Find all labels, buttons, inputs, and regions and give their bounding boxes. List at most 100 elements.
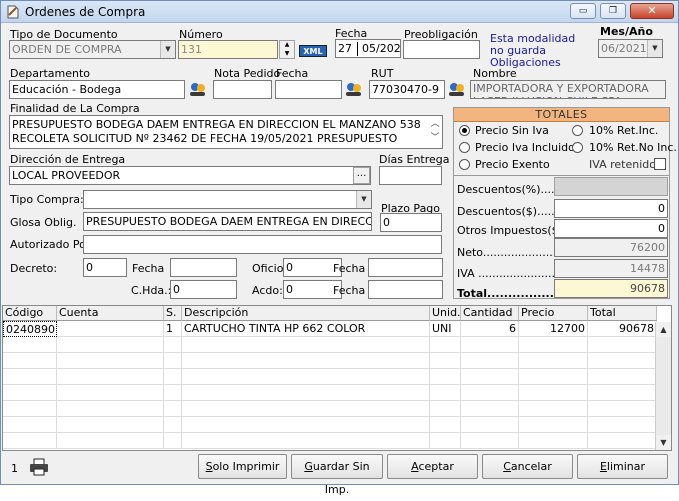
eliminar-button[interactable]: Eliminar <box>577 454 668 479</box>
close-button[interactable]: ✕ <box>630 3 674 19</box>
cell-total[interactable]: 90678 <box>588 321 657 337</box>
nota-pedido-input[interactable] <box>213 80 272 99</box>
autorizado-por-input[interactable] <box>83 235 442 254</box>
empty-cell[interactable] <box>430 369 461 385</box>
empty-cell[interactable] <box>461 401 519 417</box>
empty-cell[interactable] <box>519 369 588 385</box>
glosa-oblig-input[interactable]: PRESUPUESTO BODEGA DAEM ENTREGA EN DIREC… <box>83 212 372 231</box>
dias-entrega-input[interactable] <box>379 166 442 185</box>
scroll-down-icon[interactable]: ▼ <box>656 435 671 450</box>
oficio-fecha-input[interactable] <box>368 258 443 277</box>
cancelar-button[interactable]: Cancelar <box>482 454 573 479</box>
empty-cell[interactable] <box>57 353 164 369</box>
direccion-browse-button[interactable]: ... <box>353 167 370 184</box>
empty-cell[interactable] <box>182 353 430 369</box>
empty-cell[interactable] <box>430 353 461 369</box>
empty-cell[interactable] <box>182 337 430 353</box>
empty-cell[interactable] <box>3 385 57 401</box>
guardar-sin-imp-button[interactable]: Guardar Sin Imp. <box>291 454 383 496</box>
empty-cell[interactable] <box>430 417 461 433</box>
iva-retenido-checkbox[interactable] <box>654 158 666 170</box>
preobligacion-input[interactable] <box>403 40 480 59</box>
col-s-header[interactable]: S. <box>164 306 182 321</box>
cell-precio[interactable]: 12700 <box>519 321 588 337</box>
empty-cell[interactable] <box>182 401 430 417</box>
numero-input[interactable]: 131 <box>178 40 278 59</box>
empty-cell[interactable] <box>57 369 164 385</box>
tipo-compra-select[interactable]: ▼ <box>83 190 372 209</box>
empty-cell[interactable] <box>57 337 164 353</box>
finalidad-scroll-icon[interactable]: ︿ ﹀ <box>429 117 441 147</box>
plazo-pago-input[interactable]: 0 <box>380 213 442 232</box>
descuentos-pct-input[interactable] <box>554 177 668 196</box>
search-people-icon[interactable] <box>188 81 208 98</box>
search-people-icon[interactable] <box>447 81 467 98</box>
empty-cell[interactable] <box>182 433 430 449</box>
direccion-entrega-input[interactable]: LOCAL PROVEEDOR <box>9 166 371 185</box>
grid-scrollbar[interactable]: ▲ ▼ <box>655 322 671 450</box>
empty-cell[interactable] <box>3 401 57 417</box>
empty-cell[interactable] <box>588 385 657 401</box>
empty-cell[interactable] <box>519 401 588 417</box>
empty-cell[interactable] <box>430 401 461 417</box>
empty-cell[interactable] <box>57 401 164 417</box>
empty-cell[interactable] <box>182 385 430 401</box>
empty-cell[interactable] <box>519 433 588 449</box>
col-cantidad-header[interactable]: Cantidad <box>461 306 519 321</box>
empty-cell[interactable] <box>588 417 657 433</box>
empty-cell[interactable] <box>164 353 182 369</box>
empty-cell[interactable] <box>519 385 588 401</box>
col-cuenta-header[interactable]: Cuenta <box>57 306 164 321</box>
col-unid-header[interactable]: Unid. <box>430 306 461 321</box>
decreto-fecha-input[interactable] <box>170 258 237 277</box>
empty-cell[interactable] <box>3 433 57 449</box>
empty-cell[interactable] <box>57 385 164 401</box>
scroll-up-icon[interactable]: ▲ <box>656 322 671 337</box>
finalidad-textarea[interactable]: PRESUPUESTO BODEGA DAEM ENTREGA EN DIREC… <box>9 115 443 149</box>
empty-cell[interactable] <box>588 369 657 385</box>
printer-icon[interactable] <box>29 458 49 476</box>
empty-cell[interactable] <box>57 433 164 449</box>
empty-cell[interactable] <box>519 337 588 353</box>
radio-precio-exento[interactable] <box>459 159 470 170</box>
minimize-button[interactable]: ▭ <box>570 3 596 19</box>
col-total-header[interactable]: Total <box>588 306 657 321</box>
col-descripcion-header[interactable]: Descripción <box>182 306 430 321</box>
cell-cuenta[interactable] <box>57 321 164 337</box>
empty-cell[interactable] <box>3 417 57 433</box>
empty-cell[interactable] <box>461 353 519 369</box>
chda-input[interactable]: 0 <box>170 280 237 299</box>
empty-cell[interactable] <box>519 353 588 369</box>
empty-cell[interactable] <box>519 417 588 433</box>
decreto-input[interactable]: 0 <box>83 258 127 277</box>
acdo-fecha-input[interactable] <box>368 280 443 299</box>
aceptar-button[interactable]: Aceptar <box>387 454 478 479</box>
col-precio-header[interactable]: Precio <box>519 306 588 321</box>
spin-up-icon[interactable]: ▲ <box>280 41 294 49</box>
radio-ret-inc[interactable] <box>572 125 583 136</box>
empty-cell[interactable] <box>164 385 182 401</box>
cell-descripcion[interactable]: CARTUCHO TINTA HP 662 COLOR <box>182 321 430 337</box>
cell-cantidad[interactable]: 6 <box>461 321 519 337</box>
empty-cell[interactable] <box>461 433 519 449</box>
empty-cell[interactable] <box>588 337 657 353</box>
empty-cell[interactable] <box>588 353 657 369</box>
radio-precio-iva-incluido[interactable] <box>459 142 470 153</box>
xml-button[interactable]: XML <box>299 45 327 57</box>
empty-cell[interactable] <box>3 353 57 369</box>
descuentos-amt-input[interactable]: 0 <box>554 199 668 218</box>
otros-impuestos-input[interactable]: 0 <box>554 219 668 238</box>
fecha-input[interactable]: 27 05/2021 <box>335 39 401 58</box>
radio-ret-no-inc[interactable] <box>572 142 583 153</box>
cell-s[interactable]: 1 <box>164 321 182 337</box>
cell-codigo[interactable]: 02408901 <box>3 321 57 337</box>
empty-cell[interactable] <box>57 417 164 433</box>
search-people-icon[interactable] <box>344 81 364 98</box>
numero-spinner[interactable]: ▲ ▼ <box>279 40 295 59</box>
mes-anio-select[interactable]: 06/2021 ▼ <box>598 39 663 58</box>
empty-cell[interactable] <box>164 337 182 353</box>
empty-cell[interactable] <box>3 337 57 353</box>
empty-cell[interactable] <box>182 417 430 433</box>
fecha2-input[interactable] <box>275 80 342 99</box>
cell-unid[interactable]: UNI <box>430 321 461 337</box>
